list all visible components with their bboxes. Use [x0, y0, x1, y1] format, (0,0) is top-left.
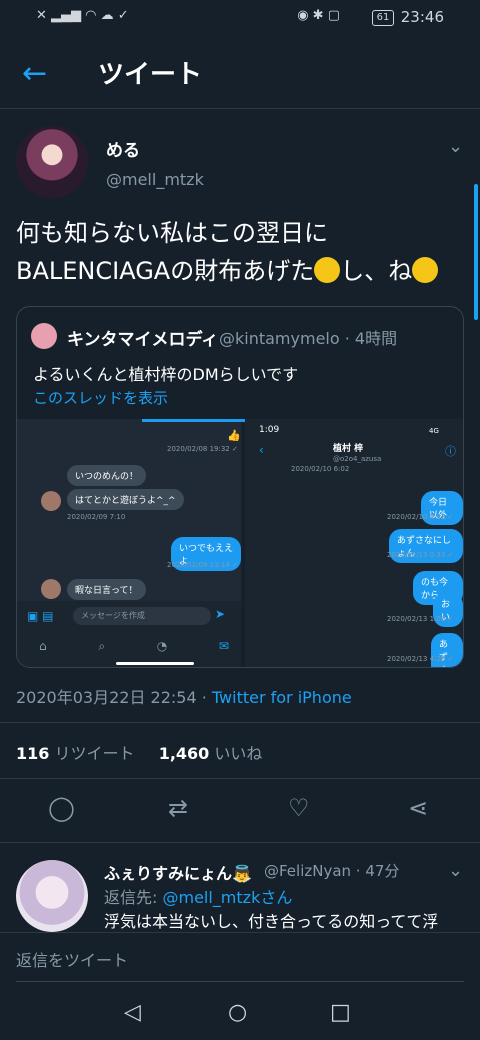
- author-handle[interactable]: @mell_mtzk: [106, 170, 204, 189]
- reply-to-handle[interactable]: @mell_mtzkさん: [162, 888, 292, 907]
- author-name[interactable]: める: [106, 136, 140, 161]
- divider: [0, 722, 480, 723]
- quoted-name: キンタマイメロディ: [67, 330, 219, 350]
- dm-timestamp: 2020/02/10 6:02: [291, 465, 350, 473]
- tweet-line-1: 何も知らない私はこの翌日に: [16, 219, 328, 247]
- tweet-text: 何も知らない私はこの翌日に BALENCIAGAの財布あげた し、ね: [16, 214, 466, 290]
- scrollbar[interactable]: [474, 184, 478, 320]
- nav-back-icon[interactable]: ◁: [124, 1000, 141, 1025]
- dm-timestamp: 2020/02/09 13:14 ✓: [167, 561, 238, 569]
- dm-network: 4G: [429, 427, 439, 435]
- reply-text: 浮気は本当ないし、付き合ってるの知ってて浮: [104, 912, 439, 931]
- reply-composer: 返信をツイート: [0, 932, 480, 989]
- reply-avatar[interactable]: [16, 860, 88, 932]
- dm-clock: 1:09: [259, 425, 280, 435]
- divider: [0, 778, 480, 779]
- retweet-icon[interactable]: ⇄: [168, 794, 188, 822]
- dm-timestamp: 2020/02/10 9:52 ✓: [387, 513, 454, 521]
- dm-bubble-edge: [142, 419, 246, 422]
- quoted-tweet[interactable]: キンタマイメロディ @kintamymelo · 4時間 よるいくんと植村梓のD…: [16, 306, 464, 668]
- dm-bubble: はてとかと遊ぼうよ^_^: [67, 489, 184, 510]
- reply-author-name[interactable]: ふぇりすみにょん👼: [104, 860, 252, 884]
- reply-author-handle[interactable]: @FelizNyan · 47分: [264, 860, 399, 881]
- quoted-avatar: [31, 323, 57, 349]
- grinning-emoji-icon: [412, 257, 439, 283]
- dm-nav-icons: ⌂ ⌕ ◔ ✉: [39, 639, 229, 653]
- tweet-source-link[interactable]: Twitter for iPhone: [212, 688, 352, 707]
- dm-contact-handle: @o2o4_azusa: [333, 455, 382, 463]
- dm-bubble: いつのめんの！: [67, 465, 147, 486]
- tweet-date: 2020年03月22日 22:54 ·: [16, 688, 212, 707]
- divider: [0, 842, 480, 843]
- tweet-line-2: BALENCIAGAの財布あげた し、ね: [16, 252, 466, 290]
- image-icon: ▣ ▤: [27, 609, 54, 623]
- dm-screenshot-right[interactable]: 1:09 4G ‹ 植村 梓 @o2o4_azusa ⓘ 2020/02/10 …: [245, 419, 463, 667]
- retweet-label[interactable]: リツイート: [49, 744, 134, 763]
- tweet-line-2a: BALENCIAGAの財布あげた: [16, 257, 315, 285]
- arrow-left-icon[interactable]: ←: [22, 56, 47, 91]
- grinning-emoji-icon: [314, 257, 341, 283]
- reply-to: 返信先: @mell_mtzkさん: [104, 884, 292, 908]
- dm-screenshot-left[interactable]: 👍 2020/02/08 19:32 ✓ いつのめんの！ はてとかと遊ぼうよ^_…: [17, 419, 246, 667]
- battery-icon: 61: [372, 10, 394, 26]
- dm-contact-name: 植村 梓: [333, 444, 364, 454]
- chevron-down-icon[interactable]: ⌄: [448, 860, 463, 881]
- quoted-handle: @kintamymelo · 4時間: [219, 329, 398, 348]
- like-label[interactable]: いいね: [209, 744, 262, 763]
- dm-message-input: メッセージを作成: [73, 607, 211, 625]
- send-icon: ➤: [215, 607, 226, 621]
- share-icon[interactable]: ⋖: [408, 794, 428, 822]
- tweet-actions: ◯ ⇄ ♡ ⋖: [0, 780, 480, 842]
- dm-timestamp: 2020/02/13 0:33 ✓: [387, 551, 454, 559]
- like-icon[interactable]: ♡: [288, 794, 310, 822]
- reply-to-label: 返信先:: [104, 888, 163, 907]
- system-nav-bar: ◁ ○ □: [0, 988, 480, 1040]
- reply-input[interactable]: 返信をツイート: [16, 947, 464, 982]
- dm-compose-area: ▣ ▤ メッセージを作成 ➤ ⌂ ⌕ ◔ ✉: [17, 601, 241, 667]
- chevron-left-icon: ‹: [259, 443, 264, 457]
- top-bar: ← ツイート: [0, 36, 480, 109]
- status-icons: ◉ ✱ ▢: [297, 8, 340, 23]
- show-thread-link[interactable]: このスレッドを表示: [33, 387, 168, 408]
- page-title: ツイート: [98, 60, 203, 90]
- tweet-stats: 116 リツイート 1,460 いいね: [16, 740, 262, 764]
- tweet-meta: 2020年03月22日 22:54 · Twitter for iPhone: [16, 684, 352, 708]
- avatar[interactable]: [16, 126, 88, 198]
- dm-avatar: [41, 579, 61, 599]
- dm-bubble: 暇な日言って！: [67, 579, 146, 600]
- retweet-count[interactable]: 116: [16, 744, 49, 763]
- status-bar: ✕ ▂▄▆ ◠ ☁ ✓ ◉ ✱ ▢ 61 23:46: [0, 0, 480, 36]
- dm-timestamp: 2020/02/08 19:32 ✓: [167, 445, 238, 453]
- dm-timestamp: 2020/02/09 7:10: [67, 513, 126, 521]
- media-indicator: [116, 662, 194, 665]
- dm-avatar: [41, 491, 61, 511]
- status-time: 23:46: [400, 8, 444, 26]
- thumbs-up-icon: 👍: [227, 429, 241, 442]
- chevron-down-icon[interactable]: ⌄: [448, 136, 463, 157]
- dm-timestamp: 2020/02/13 1:08 ✓: [387, 615, 454, 623]
- nav-home-icon[interactable]: ○: [228, 1000, 247, 1025]
- nav-recents-icon[interactable]: □: [330, 1000, 351, 1025]
- reply-icon[interactable]: ◯: [48, 794, 75, 822]
- info-icon: ⓘ: [445, 445, 456, 458]
- quoted-text: よるいくんと植村梓のDMらしいです: [33, 365, 299, 384]
- dm-timestamp: 2020/02/13 4:28 ✓: [387, 655, 454, 663]
- like-count[interactable]: 1,460: [159, 744, 210, 763]
- signal-icons: ✕ ▂▄▆ ◠ ☁ ✓: [36, 8, 129, 23]
- tweet-line-2b: し、ね: [340, 257, 413, 285]
